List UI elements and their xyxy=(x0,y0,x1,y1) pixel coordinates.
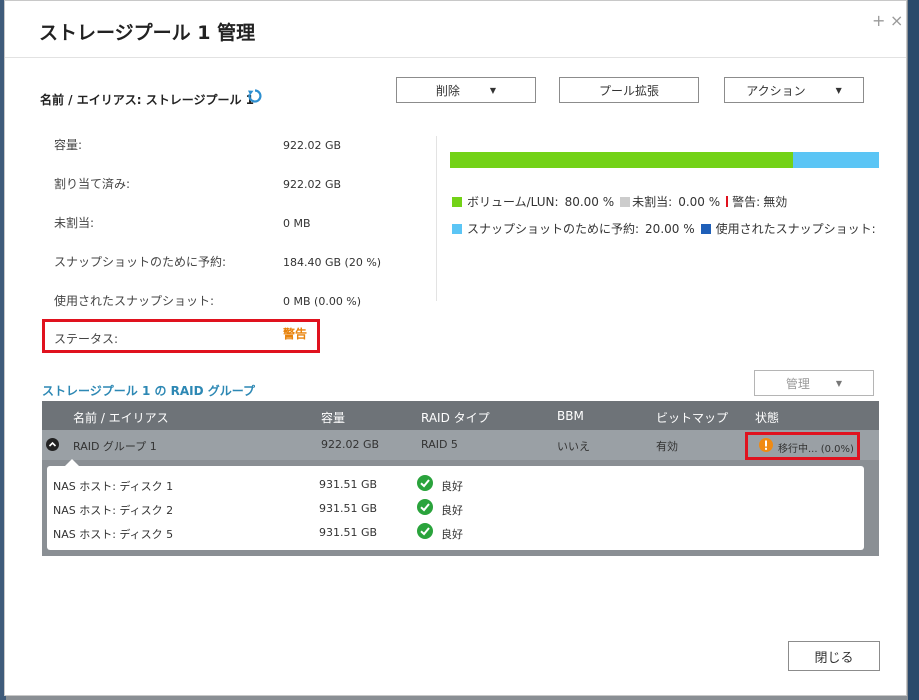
list-item[interactable]: NAS ホスト: ディスク 5 931.51 GB 良好 xyxy=(47,522,864,544)
manage-button[interactable]: 管理 ▼ xyxy=(754,370,874,396)
disk-name: NAS ホスト: ディスク 2 xyxy=(53,504,174,517)
raid-table: 名前 / エイリアス 容量 RAID タイプ BBM ビットマップ 状態 RAI… xyxy=(42,401,879,556)
disk-status: 良好 xyxy=(441,480,463,493)
legend-snapshot-used-label: 使用されたスナップショット: xyxy=(715,222,876,236)
disk-status: 良好 xyxy=(441,528,463,541)
raid-section-title: ストレージプール 1 の RAID グループ xyxy=(42,384,256,398)
group-state: 移行中... (0.0%) xyxy=(778,444,854,455)
chevron-down-icon: ▼ xyxy=(835,378,843,388)
storage-pool-dialog: ストレージプール 1 管理 + × 名前 / エイリアス: ストレージプール 1… xyxy=(4,0,907,696)
group-name: RAID グループ 1 xyxy=(73,440,157,453)
expand-pool-button[interactable]: プール拡張 xyxy=(559,77,699,103)
legend-row-2: スナップショットのために予約: 20.00 % 使用されたスナップショット: xyxy=(452,220,876,237)
close-label: 閉じる xyxy=(814,650,854,666)
chevron-down-icon: ▼ xyxy=(489,85,497,95)
group-bitmap: 有効 xyxy=(656,440,678,453)
action-button[interactable]: アクション ▼ xyxy=(724,77,864,103)
pool-name-label: 名前 / エイリアス: ストレージプール 1 xyxy=(40,93,255,107)
title-bar: ストレージプール 1 管理 + × xyxy=(5,1,906,58)
check-circle-icon xyxy=(417,499,433,515)
list-item[interactable]: NAS ホスト: ディスク 2 931.51 GB 良好 xyxy=(47,498,864,520)
volume-swatch xyxy=(452,196,462,207)
status-value: 警告 xyxy=(283,327,308,341)
table-header: 名前 / エイリアス 容量 RAID タイプ BBM ビットマップ 状態 xyxy=(42,401,879,430)
refresh-icon[interactable] xyxy=(247,88,263,104)
close-icon[interactable]: × xyxy=(890,11,903,30)
close-button[interactable]: 閉じる xyxy=(788,641,880,671)
legend-volume-label: ボリューム/LUN: xyxy=(467,195,559,209)
disk-status: 良好 xyxy=(441,504,463,517)
snapshot-reserved-value: 184.40 GB (20 %) xyxy=(283,256,382,269)
disk-capacity: 931.51 GB xyxy=(319,478,378,491)
delete-label: 削除 xyxy=(435,83,460,98)
snapshot-used-swatch xyxy=(700,223,711,234)
capacity-value: 922.02 GB xyxy=(283,139,342,152)
legend-volume-value: 80.00 % xyxy=(564,194,615,209)
disk-capacity: 931.51 GB xyxy=(319,502,378,515)
check-circle-icon xyxy=(417,475,433,491)
warning-swatch xyxy=(726,196,729,207)
group-raid-type: RAID 5 xyxy=(421,438,458,451)
state-highlight-box: 移行中... (0.0%) xyxy=(745,432,860,460)
delete-button[interactable]: 削除 ▼ xyxy=(396,77,536,103)
maximize-icon[interactable]: + xyxy=(872,11,885,30)
expand-pool-label: プール拡張 xyxy=(598,83,659,98)
unallocated-swatch xyxy=(620,196,631,207)
list-item[interactable]: NAS ホスト: ディスク 1 931.51 GB 良好 xyxy=(47,474,864,496)
panel-pointer xyxy=(65,459,79,466)
check-circle-icon xyxy=(417,523,433,539)
allocated-label: 割り当て済み: xyxy=(54,177,131,191)
warning-icon xyxy=(759,438,773,452)
allocated-value: 922.02 GB xyxy=(283,178,342,191)
usage-bar-volume-fill xyxy=(450,152,794,168)
disk-capacity: 931.51 GB xyxy=(319,526,378,539)
col-name[interactable]: 名前 / エイリアス xyxy=(73,409,169,426)
unallocated-label: 未割当: xyxy=(54,216,95,230)
disk-name: NAS ホスト: ディスク 5 xyxy=(53,528,174,541)
snapshot-used-label: 使用されたスナップショット: xyxy=(54,294,215,308)
divider xyxy=(436,136,437,301)
unallocated-value: 0 MB xyxy=(283,217,311,230)
legend-snapshot-reserved-value: 20.00 % xyxy=(645,221,695,236)
col-bitmap[interactable]: ビットマップ xyxy=(656,409,728,426)
legend-warning-value: 無効 xyxy=(763,195,788,209)
dialog-title: ストレージプール 1 管理 xyxy=(39,22,256,44)
legend-unallocated-value: 0.00 % xyxy=(678,194,721,209)
legend-snapshot-reserved-label: スナップショットのために予約: xyxy=(467,222,640,236)
background-window-edge-right xyxy=(908,0,919,700)
col-capacity[interactable]: 容量 xyxy=(321,409,345,426)
action-label: アクション xyxy=(746,83,806,98)
legend-warning-label: 警告: xyxy=(732,195,761,209)
snapshot-reserved-label: スナップショットのために予約: xyxy=(54,255,227,269)
collapse-icon[interactable] xyxy=(46,438,59,451)
capacity-label: 容量: xyxy=(54,138,83,152)
disk-list: NAS ホスト: ディスク 1 931.51 GB 良好 NAS ホスト: ディ… xyxy=(47,466,864,550)
col-raid-type[interactable]: RAID タイプ xyxy=(421,409,490,426)
usage-bar xyxy=(450,152,879,168)
group-capacity: 922.02 GB xyxy=(321,438,380,451)
col-bbm[interactable]: BBM xyxy=(557,409,584,423)
chevron-down-icon: ▼ xyxy=(835,85,842,95)
table-row[interactable]: RAID グループ 1 922.02 GB RAID 5 いいえ 有効 移行中.… xyxy=(42,430,879,460)
group-bbm: いいえ xyxy=(557,440,590,453)
disk-name: NAS ホスト: ディスク 1 xyxy=(53,480,174,493)
snapshot-used-value: 0 MB (0.00 %) xyxy=(283,295,362,308)
legend-row-1: ボリューム/LUN: 80.00 % 未割当: 0.00 % 警告: 無効 xyxy=(452,193,787,210)
status-label: ステータス: xyxy=(54,332,119,346)
snapshot-reserved-swatch xyxy=(452,223,462,234)
legend-unallocated-label: 未割当: xyxy=(632,195,673,209)
col-state[interactable]: 状態 xyxy=(755,409,779,426)
manage-label: 管理 xyxy=(785,376,810,391)
